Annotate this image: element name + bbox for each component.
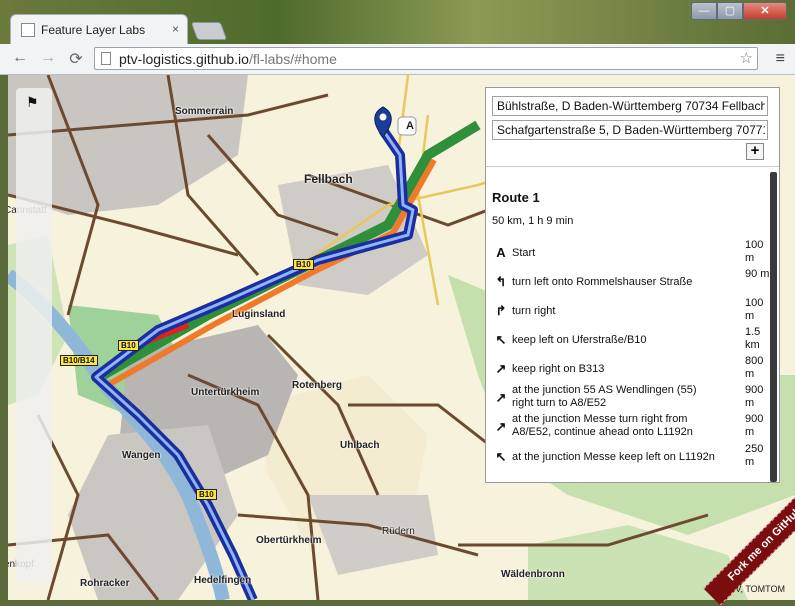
instruction-row[interactable]: ↱ turn right 100 m [486,294,770,324]
instruction-list: A Start 100 m ↰ turn left onto Rommelsha… [486,236,770,476]
instruction-row[interactable]: ↰ turn left onto Rommelshauser Straße 90… [486,265,770,295]
instruction-distance: 900 m [745,413,764,438]
url-host: ptv-logistics.github.io [119,51,249,67]
forward-button[interactable]: → [38,49,58,67]
turn-left-icon: ↰ [495,274,507,289]
instruction-distance: 90 m [745,268,770,280]
browser-toolbar: ← → ⟳ ptv-logistics.github.io/fl-labs/#h… [0,44,795,75]
flag-icon[interactable]: ⚑ [26,94,39,111]
close-window-button[interactable]: ✕ [743,2,787,20]
marker-dot [379,113,387,121]
instruction-text: Start [512,247,536,259]
reload-button[interactable]: ⟳ [66,49,86,69]
place-label: Wäldenbronn [501,569,565,580]
instruction-distance: 1.5 km [745,326,761,351]
keep-left-icon: ↖ [495,449,507,464]
instruction-text: at the junction 55 AS Wendlingen (55) ri… [512,384,697,409]
keep-right-icon: ↗ [495,390,507,405]
place-label: Luginsland [232,309,286,320]
place-label: Rotenberg [292,380,342,391]
instruction-text: at the junction Messe keep left on L1192… [512,451,715,463]
keep-right-icon: ↗ [495,361,507,376]
keep-right-icon: ↗ [495,419,507,434]
start-icon: A [496,245,506,260]
panel-divider [486,166,779,167]
instruction-text: at the junction Messe turn right from A8… [512,413,693,438]
instruction-distance: 100 m [745,239,764,264]
to-address-input[interactable] [492,120,768,140]
road-shield: B10 [293,259,314,270]
marker-label: A [406,120,414,132]
instruction-row[interactable]: ↖ keep left on Uferstraße/B10 1.5 km [486,323,770,353]
address-bar[interactable]: ptv-logistics.github.io/fl-labs/#home ☆ [94,47,758,70]
instruction-row[interactable]: ↖ at the junction Messe keep left on L11… [486,440,770,470]
bookmark-star-icon[interactable]: ☆ [740,49,753,67]
instruction-text: turn right [512,305,556,317]
place-label: Sommerrain [175,106,234,117]
place-label: Fellbach [304,172,353,186]
place-label: Untertürkheim [191,387,260,398]
tab-close-icon[interactable]: × [172,22,179,36]
road-shield: B10/B14 [60,355,98,366]
instruction-text: keep left on Uferstraße/B10 [512,334,647,346]
panel-scrollbar[interactable] [770,172,777,482]
instruction-distance: 800 m [745,355,764,380]
instruction-distance: 100 m [745,297,764,322]
page-icon [101,52,111,65]
place-label: Rüdern [382,526,415,537]
browser-titlebar: Feature Layer Labs × — ▢ ✕ [0,0,795,44]
route-summary: 50 km, 1 h 9 min [492,215,574,227]
window-controls: — ▢ ✕ [691,2,787,20]
back-button[interactable]: ← [10,49,30,67]
new-tab-button[interactable] [190,22,228,40]
place-label: Wangen [122,450,161,461]
instruction-row[interactable]: A Start 100 m [486,236,770,266]
road-shield: B10 [196,489,217,500]
route-title: Route 1 [492,190,540,205]
instruction-text: keep right on B313 [512,363,605,375]
routing-panel: + Route 1 50 km, 1 h 9 min A Start 100 m… [485,87,780,483]
browser-menu-icon[interactable]: ≡ [776,50,785,68]
instruction-text: turn left onto Rommelshauser Straße [512,276,693,288]
instruction-distance: 900 m [745,384,764,409]
turn-right-icon: ↱ [495,303,507,318]
road-shield: B10 [118,340,139,351]
from-address-input[interactable] [492,96,768,116]
instruction-row[interactable]: ↗ at the junction Messe turn right from … [486,410,770,440]
url-text[interactable]: ptv-logistics.github.io/fl-labs/#home [119,51,337,67]
url-path: /fl-labs/#home [248,51,337,67]
instruction-distance: 250 m [745,443,764,468]
place-label: Hedelfingen [194,575,252,586]
tab-title: Feature Layer Labs [41,23,146,37]
urban-area [308,495,438,575]
instruction-row[interactable]: ↗ keep right on B313 800 m [486,352,770,382]
maximize-button[interactable]: ▢ [717,2,743,20]
add-waypoint-button[interactable]: + [746,143,764,160]
instruction-row[interactable]: ↗ at the junction 55 AS Wendlingen (55) … [486,381,770,411]
place-label: Uhlbach [340,440,380,451]
browser-tab[interactable]: Feature Layer Labs × [10,14,188,44]
map-sidebar: ⚑ [16,88,52,583]
keep-left-icon: ↖ [495,332,507,347]
place-label: Obertürkheim [256,535,322,546]
place-label: Rohracker [80,578,130,589]
minimize-button[interactable]: — [691,2,717,20]
page-favicon-icon [21,23,35,37]
